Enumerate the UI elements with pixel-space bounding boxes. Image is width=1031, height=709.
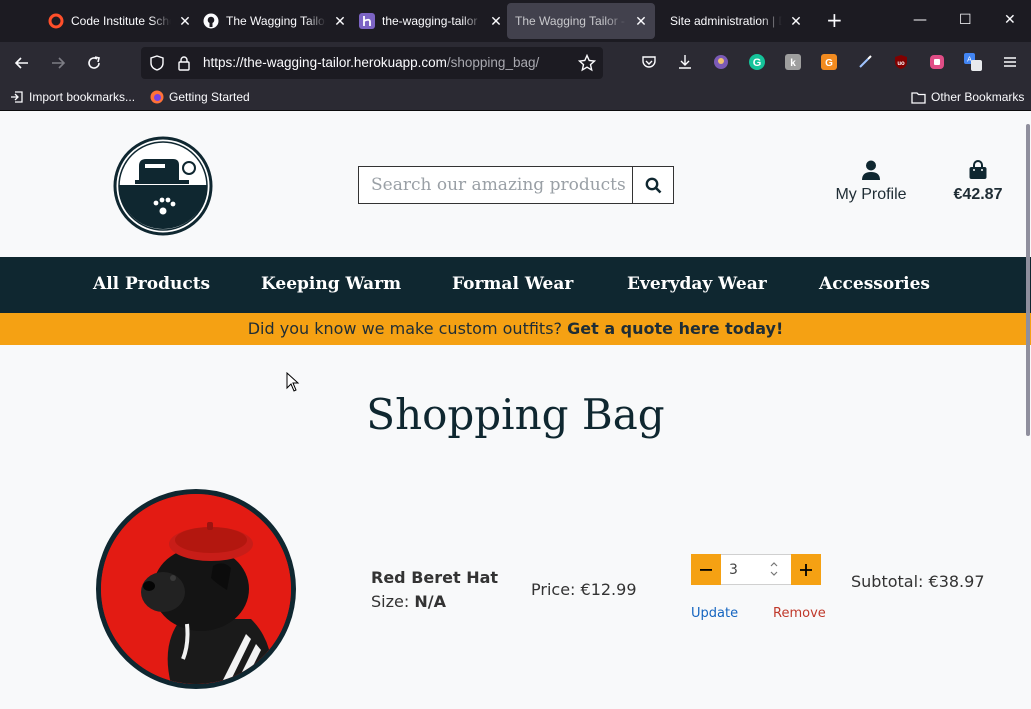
my-profile-link[interactable]: My Profile <box>825 160 917 204</box>
browser-tab-code-institute[interactable]: Code Institute School ✕ <box>48 3 193 39</box>
search-input[interactable] <box>359 167 632 203</box>
extension-k-icon[interactable]: k <box>784 53 802 71</box>
nav-all-products[interactable]: All Products <box>93 274 210 294</box>
lock-icon[interactable] <box>177 55 191 75</box>
extension-g-icon[interactable]: G <box>820 53 838 71</box>
url-text[interactable]: https://the-wagging-tailor.herokuapp.com… <box>203 55 539 70</box>
bookmark-other[interactable]: Other Bookmarks <box>911 90 1024 104</box>
promo-banner: Did you know we make custom outfits? Get… <box>0 313 1031 345</box>
spinner-arrows-icon <box>770 562 778 576</box>
bookmark-getting-started[interactable]: Getting Started <box>150 90 250 104</box>
update-link[interactable]: Update <box>691 606 738 621</box>
bookmark-import[interactable]: Import bookmarks... <box>10 90 135 104</box>
svg-text:G: G <box>753 57 762 69</box>
mouse-cursor-icon <box>286 371 300 396</box>
main-nav: All Products Keeping Warm Formal Wear Ev… <box>0 257 1031 313</box>
forward-arrow-icon[interactable] <box>48 53 68 73</box>
my-profile-label: My Profile <box>835 186 907 203</box>
quantity-stepper <box>691 554 821 585</box>
browser-tab-django-admin[interactable]: Site administration | Django ✕ <box>670 3 804 39</box>
size-label: Size: <box>371 592 410 611</box>
decrement-button[interactable] <box>691 554 721 585</box>
close-window-icon[interactable]: ✕ <box>1004 12 1016 28</box>
user-icon <box>862 160 880 180</box>
search-button[interactable] <box>632 167 673 203</box>
download-icon[interactable] <box>676 53 694 71</box>
remove-link[interactable]: Remove <box>773 606 826 621</box>
nav-everyday-wear[interactable]: Everyday Wear <box>627 274 767 294</box>
product-name: Red Beret Hat <box>371 568 499 587</box>
folder-icon <box>911 91 926 104</box>
svg-text:uo: uo <box>897 61 905 67</box>
code-institute-icon <box>48 13 64 29</box>
web-page: My Profile €42.87 All Products Keeping W… <box>0 112 1031 709</box>
tab-title: Code Institute School <box>71 14 171 28</box>
url-bar[interactable]: https://the-wagging-tailor.herokuapp.com… <box>141 47 603 79</box>
product-price: Price: €12.99 <box>531 580 637 599</box>
search-icon <box>645 177 661 193</box>
grammarly-icon[interactable]: G <box>748 53 766 71</box>
page-title: Shopping Bag <box>366 390 665 439</box>
quantity-input[interactable] <box>721 554 791 585</box>
tab-title: the-wagging-tailor <box>382 14 478 28</box>
bookmarks-bar: Import bookmarks... Getting Started Othe… <box>0 84 1031 111</box>
browser-tab-github[interactable]: The Wagging Tailor ✕ <box>203 3 348 39</box>
site-logo[interactable] <box>113 136 213 236</box>
svg-text:A: A <box>967 57 972 64</box>
promo-text: Did you know we make custom outfits? <box>247 319 563 338</box>
increment-button[interactable] <box>791 554 821 585</box>
extension-pink-icon[interactable] <box>928 53 946 71</box>
item-subtotal: Subtotal: €38.97 <box>851 572 985 591</box>
ublock-icon[interactable]: uo <box>892 53 910 71</box>
menu-hamburger-icon[interactable] <box>1001 53 1019 71</box>
shopping-bag-link[interactable]: €42.87 <box>948 160 1008 204</box>
close-icon[interactable]: ✕ <box>332 13 348 30</box>
plus-icon <box>800 563 812 576</box>
pocket-icon[interactable] <box>640 53 658 71</box>
minimize-icon[interactable]: — <box>913 12 927 28</box>
svg-text:k: k <box>790 58 796 69</box>
new-tab-button[interactable]: + <box>826 10 843 30</box>
product-size: Size: N/A <box>371 592 446 611</box>
import-icon <box>11 91 23 103</box>
size-value: N/A <box>414 592 446 611</box>
browser-tab-heroku[interactable]: the-wagging-tailor ✕ <box>359 3 504 39</box>
product-image <box>96 489 296 689</box>
quote-link[interactable]: Get a quote here today! <box>567 319 783 338</box>
search-form <box>358 166 674 204</box>
translate-icon[interactable]: A <box>964 53 982 71</box>
maximize-icon[interactable]: ☐ <box>959 12 972 28</box>
close-icon[interactable]: ✕ <box>177 13 193 30</box>
tab-title: Site administration | Django <box>670 14 782 28</box>
svg-text:G: G <box>825 58 833 69</box>
bookmark-star-icon[interactable] <box>577 53 597 76</box>
close-icon[interactable]: ✕ <box>633 13 649 30</box>
shield-icon[interactable] <box>149 55 165 75</box>
back-arrow-icon[interactable] <box>12 53 32 73</box>
browser-tab-active[interactable]: The Wagging Tailor - Shopping Bag ✕ <box>507 3 655 39</box>
browser-tab-bar: Code Institute School ✕ The Wagging Tail… <box>0 0 1031 42</box>
reload-icon[interactable] <box>84 53 104 73</box>
nav-accessories[interactable]: Accessories <box>819 274 930 294</box>
nav-keeping-warm[interactable]: Keeping Warm <box>261 274 401 294</box>
bag-total: €42.87 <box>953 186 1003 203</box>
nav-formal-wear[interactable]: Formal Wear <box>452 274 573 294</box>
extension-avatar-icon[interactable] <box>712 53 730 71</box>
close-icon[interactable]: ✕ <box>488 13 504 30</box>
page-scrollbar[interactable] <box>1026 124 1030 436</box>
close-icon[interactable]: ✕ <box>788 13 804 30</box>
shopping-bag-icon <box>969 160 987 179</box>
tab-title: The Wagging Tailor <box>226 14 326 28</box>
firefox-icon <box>150 90 164 104</box>
github-icon <box>203 13 219 29</box>
heroku-icon <box>359 13 375 29</box>
eyedropper-icon[interactable] <box>856 53 874 71</box>
tab-title: The Wagging Tailor - Shopping Bag <box>515 14 627 28</box>
minus-icon <box>700 568 712 571</box>
